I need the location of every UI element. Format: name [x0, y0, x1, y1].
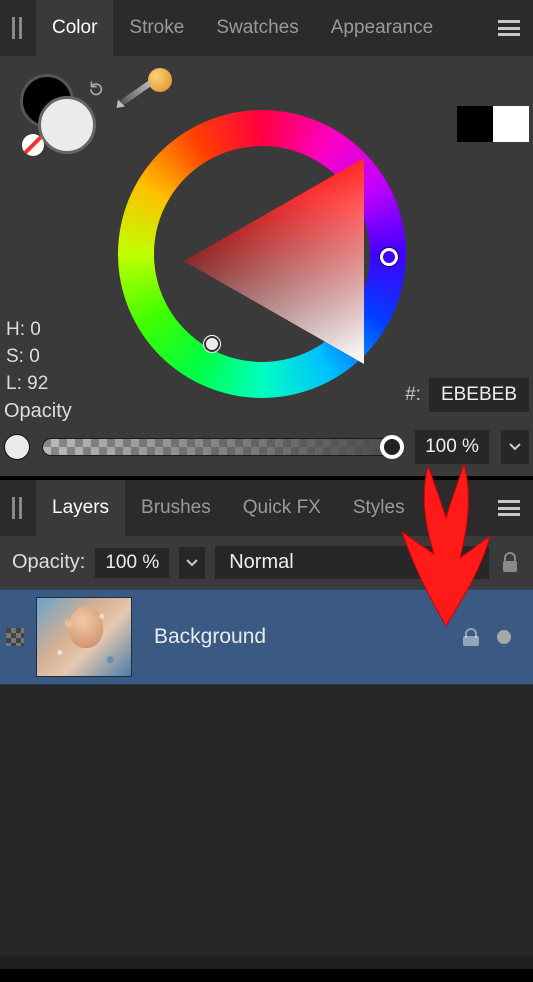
- tab-brushes[interactable]: Brushes: [125, 480, 227, 536]
- opacity-row: 100 %: [4, 430, 529, 464]
- lock-layer-button[interactable]: [499, 551, 521, 575]
- color-panel-tabs: Color Stroke Swatches Appearance: [0, 0, 533, 56]
- swap-colors-icon[interactable]: ⟲: [80, 74, 110, 104]
- chevron-down-icon: [186, 559, 198, 567]
- hamburger-icon: [498, 20, 520, 36]
- opacity-slider-handle[interactable]: [380, 435, 404, 459]
- panel-drag-handle-icon[interactable]: [0, 497, 36, 519]
- tab-appearance[interactable]: Appearance: [315, 0, 449, 56]
- layer-list: Background: [0, 589, 533, 969]
- h-value: H: 0: [6, 316, 48, 343]
- chevron-down-icon: [509, 443, 521, 451]
- tab-swatches[interactable]: Swatches: [200, 0, 314, 56]
- eyedropper-tool-icon[interactable]: [112, 68, 172, 108]
- tab-color[interactable]: Color: [36, 0, 113, 56]
- layers-panel-tabs: Layers Brushes Quick FX Styles: [0, 480, 533, 536]
- l-value: L: 92: [6, 370, 48, 397]
- opacity-value-input[interactable]: 100 %: [415, 430, 489, 464]
- layer-options-bar: Opacity: 100 % Normal: [0, 536, 533, 589]
- black-chip[interactable]: [457, 106, 493, 142]
- color-wheel[interactable]: [118, 110, 406, 398]
- foreground-color-swatch[interactable]: [38, 96, 96, 154]
- panel-drag-handle-icon[interactable]: [0, 17, 36, 39]
- bottom-gap: [0, 969, 533, 982]
- opacity-label: Opacity: [4, 400, 72, 423]
- layer-row[interactable]: Background: [0, 589, 533, 685]
- layer-name-label[interactable]: Background: [138, 625, 463, 649]
- layer-alpha-indicator[interactable]: [0, 589, 30, 685]
- blend-mode-select[interactable]: Normal: [215, 546, 489, 579]
- tab-layers[interactable]: Layers: [36, 480, 125, 536]
- sv-handle[interactable]: [204, 336, 220, 352]
- lock-icon: [501, 552, 519, 574]
- hsl-readout: H: 0 S: 0 L: 92: [6, 316, 48, 397]
- opacity-dropdown-button[interactable]: [501, 430, 529, 464]
- layer-list-empty-area[interactable]: [0, 685, 533, 955]
- layer-status-icons: [463, 628, 533, 646]
- opacity-preview-swatch: [4, 434, 30, 460]
- layers-panel-menu-button[interactable]: [485, 480, 533, 536]
- tab-stroke[interactable]: Stroke: [113, 0, 200, 56]
- layers-panel: Layers Brushes Quick FX Styles Opacity: …: [0, 480, 533, 969]
- layer-visibility-icon[interactable]: [497, 630, 511, 644]
- checker-icon: [6, 628, 24, 646]
- no-color-icon[interactable]: [22, 134, 44, 156]
- layers-panel-body: Opacity: 100 % Normal Background: [0, 536, 533, 969]
- layer-opacity-label: Opacity:: [12, 551, 85, 574]
- fg-bg-color-swatches[interactable]: ⟲: [20, 74, 100, 154]
- white-chip[interactable]: [493, 106, 529, 142]
- hex-prefix-label: #:: [405, 384, 421, 406]
- layer-lock-icon[interactable]: [463, 628, 479, 646]
- color-panel-body: ⟲ H: 0 S: 0 L: 92 Opacit: [0, 56, 533, 476]
- default-bw-chips[interactable]: [457, 106, 529, 142]
- hue-ring[interactable]: [118, 110, 406, 398]
- layer-thumbnail[interactable]: [36, 597, 132, 677]
- s-value: S: 0: [6, 343, 48, 370]
- color-panel-menu-button[interactable]: [485, 0, 533, 56]
- tab-quick-fx[interactable]: Quick FX: [227, 480, 337, 536]
- tab-styles[interactable]: Styles: [337, 480, 421, 536]
- hex-area: #: EBEBEB: [405, 378, 529, 412]
- hex-input[interactable]: EBEBEB: [429, 378, 529, 412]
- color-panel: Color Stroke Swatches Appearance ⟲: [0, 0, 533, 476]
- opacity-slider[interactable]: [42, 438, 403, 456]
- layer-opacity-input[interactable]: 100 %: [95, 548, 169, 578]
- layer-opacity-dropdown-button[interactable]: [179, 547, 205, 579]
- hamburger-icon: [498, 500, 520, 516]
- hue-handle[interactable]: [380, 248, 398, 266]
